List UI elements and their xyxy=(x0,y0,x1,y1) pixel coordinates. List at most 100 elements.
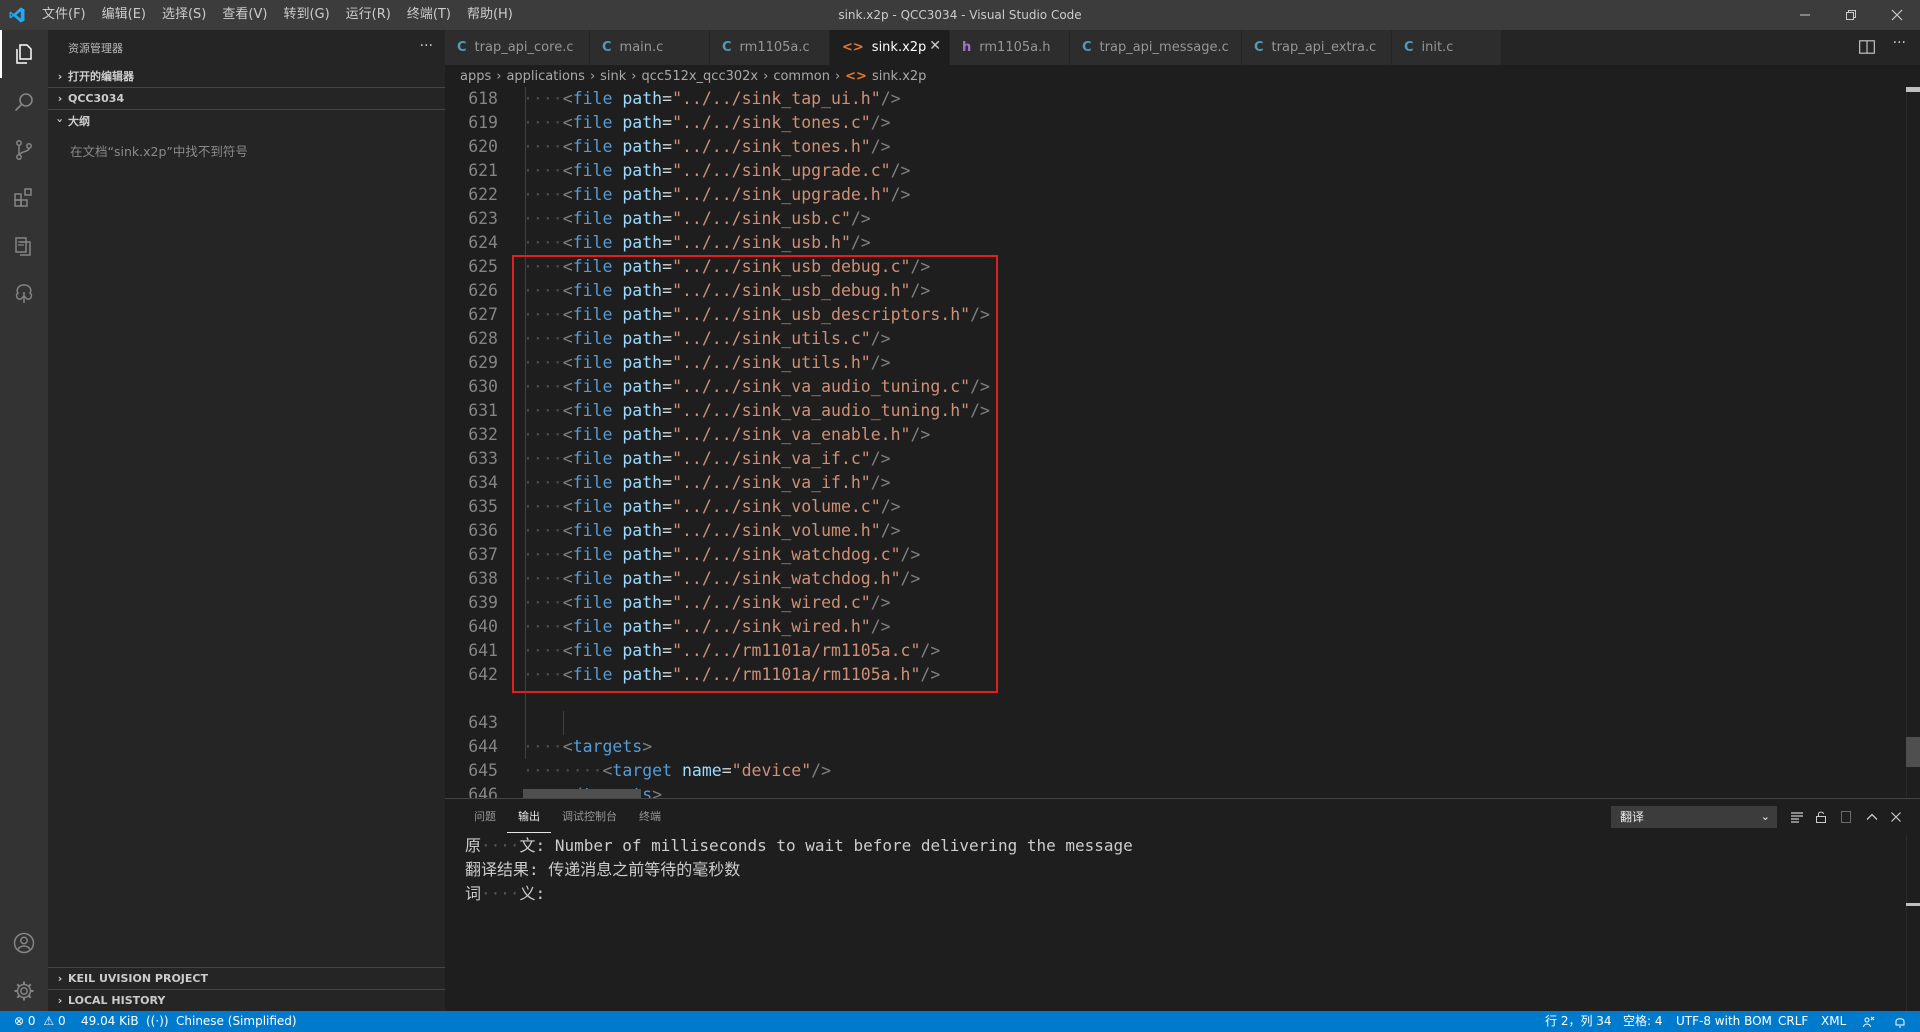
status-problems[interactable]: ⊗ 0 ⚠ 0 xyxy=(14,1011,66,1032)
status-feedback[interactable] xyxy=(1862,1011,1876,1032)
status-cursor-position[interactable]: 行 2，列 34 xyxy=(1545,1011,1612,1032)
minimize-button[interactable] xyxy=(1782,0,1828,30)
panel-scrollbar[interactable] xyxy=(1906,835,1920,1012)
status-broadcast[interactable]: ((·)) xyxy=(146,1011,169,1032)
output-original-text: Number of milliseconds to wait before de… xyxy=(554,836,1133,855)
code-editor[interactable]: 618 ····<file path="../../sink_tap_ui.h"/… xyxy=(445,87,1920,798)
menu-edit[interactable]: 编辑(E) xyxy=(94,0,154,30)
restore-icon xyxy=(1846,10,1856,20)
status-language-mode[interactable]: XML xyxy=(1821,1011,1846,1032)
line-number: 618 xyxy=(468,89,498,108)
tab-trap-api-extra[interactable]: C trap_api_extra.c xyxy=(1242,30,1392,65)
sidebar-more-button[interactable]: ··· xyxy=(420,38,433,54)
output-channel-select[interactable]: 翻译 ⌄ xyxy=(1611,806,1777,828)
line-number: 630 xyxy=(468,377,498,396)
close-tab-icon[interactable]: ✕ xyxy=(929,38,941,54)
line-number: 632 xyxy=(468,425,498,444)
restore-button[interactable] xyxy=(1828,0,1874,30)
code-line: 620 ····<file path="../../sink_tones.h"/> xyxy=(445,135,1920,159)
section-workspace[interactable]: › QCC3034 xyxy=(48,87,445,109)
code-text: ····<file path="../../sink_tap_ui.h"/> xyxy=(523,89,901,108)
activity-accounts[interactable] xyxy=(0,919,48,967)
minimize-icon xyxy=(1800,14,1810,16)
tab-trap-api-message[interactable]: C trap_api_message.c xyxy=(1070,30,1242,65)
tab-main[interactable]: C main.c xyxy=(590,30,710,65)
breadcrumb-item[interactable]: sink.x2p xyxy=(872,69,927,84)
breadcrumb-item[interactable]: sink xyxy=(600,69,626,84)
breadcrumb-item[interactable]: apps xyxy=(460,69,491,84)
output-label-original-2: 文: xyxy=(519,836,546,855)
section-local-history[interactable]: › LOCAL HISTORY xyxy=(48,989,445,1011)
open-in-editor-button[interactable] xyxy=(1836,807,1856,827)
menu-help[interactable]: 帮助(H) xyxy=(459,0,521,30)
output-channel-value: 翻译 xyxy=(1620,810,1645,824)
close-panel-button[interactable] xyxy=(1886,807,1906,827)
tab-init[interactable]: C init.c xyxy=(1392,30,1502,65)
activity-remote-explorer[interactable] xyxy=(0,222,48,270)
close-icon xyxy=(1891,9,1903,21)
close-window-button[interactable] xyxy=(1874,0,1920,30)
panel-tab-problems[interactable]: 问题 xyxy=(463,799,507,835)
indent-guide xyxy=(563,711,564,735)
menu-file[interactable]: 文件(F) xyxy=(34,0,94,30)
code-line: 621 ····<file path="../../sink_upgrade.c"… xyxy=(445,159,1920,183)
activity-manage[interactable] xyxy=(0,967,48,1015)
split-editor-icon[interactable] xyxy=(1858,38,1876,56)
activity-tree-view[interactable] xyxy=(0,270,48,318)
menu-run[interactable]: 运行(R) xyxy=(338,0,399,30)
lock-icon xyxy=(1816,811,1826,823)
tab-rm1105a-c[interactable]: C rm1105a.c xyxy=(710,30,830,65)
menu-bar: 文件(F) 编辑(E) 选择(S) 查看(V) 转到(G) 运行(R) 终端(T… xyxy=(34,0,521,30)
breadcrumb-item[interactable]: applications xyxy=(506,69,584,84)
section-open-editors[interactable]: › 打开的编辑器 xyxy=(48,65,445,87)
vertical-scrollbar[interactable] xyxy=(1906,87,1920,798)
panel-tab-output[interactable]: 输出 xyxy=(507,801,551,833)
code-text: ····<file path="../../sink_upgrade.h"/> xyxy=(523,185,911,204)
tab-label: trap_api_extra.c xyxy=(1271,40,1377,55)
tab-sink-x2p[interactable]: <> sink.x2p ✕ xyxy=(830,30,950,65)
tab-label: trap_api_core.c xyxy=(474,40,574,55)
menu-go[interactable]: 转到(G) xyxy=(275,0,337,30)
line-number: 633 xyxy=(468,449,498,468)
code-text: ····<file path="../../sink_tones.c"/> xyxy=(523,113,891,132)
warning-count: 0 xyxy=(57,1014,66,1028)
open-file-icon xyxy=(1841,811,1851,823)
tab-label: sink.x2p xyxy=(871,40,927,55)
code-text: ····<file path="../../sink_upgrade.c"/> xyxy=(523,161,911,180)
status-notifications[interactable] xyxy=(1893,1011,1907,1032)
status-eol[interactable]: CRLF xyxy=(1778,1011,1808,1032)
panel-tab-debug-console[interactable]: 调试控制台 xyxy=(551,799,628,835)
breadcrumb-item[interactable]: common xyxy=(773,69,830,84)
breadcrumb-item[interactable]: qcc512x_qcc302x xyxy=(642,69,759,84)
code-line: 624 ····<file path="../../sink_usb.h"/> xyxy=(445,231,1920,255)
line-number: 621 xyxy=(468,161,498,180)
menu-view[interactable]: 查看(V) xyxy=(214,0,275,30)
status-indentation[interactable]: 空格: 4 xyxy=(1623,1011,1663,1032)
close-icon xyxy=(1891,812,1901,822)
panel-tab-terminal[interactable]: 终端 xyxy=(628,799,672,835)
activity-extensions[interactable] xyxy=(0,174,48,222)
status-language-pack[interactable]: Chinese (Simplified) xyxy=(176,1011,297,1032)
section-keil-project[interactable]: › KEIL UVISION PROJECT xyxy=(48,967,445,989)
xml-file-icon: <> xyxy=(842,40,864,55)
clear-output-button[interactable] xyxy=(1787,807,1807,827)
activity-explorer[interactable] xyxy=(0,30,48,78)
activity-search[interactable] xyxy=(0,78,48,126)
tab-trap-api-core[interactable]: C trap_api_core.c xyxy=(445,30,590,65)
c-file-icon: C xyxy=(602,40,612,55)
lock-scroll-button[interactable] xyxy=(1811,807,1831,827)
broadcast-icon: ((·)) xyxy=(146,1014,169,1028)
c-file-icon: C xyxy=(1404,40,1414,55)
horizontal-scrollbar-thumb[interactable] xyxy=(523,789,641,798)
status-encoding[interactable]: UTF-8 with BOM xyxy=(1676,1011,1772,1032)
menu-terminal[interactable]: 终端(T) xyxy=(399,0,459,30)
editor-more-actions-button[interactable]: ··· xyxy=(1893,35,1906,51)
maximize-panel-button[interactable] xyxy=(1862,807,1882,827)
tab-rm1105a-h[interactable]: h rm1105a.h xyxy=(950,30,1070,65)
chevron-down-icon: ⌄ xyxy=(1760,810,1770,823)
menu-selection[interactable]: 选择(S) xyxy=(154,0,214,30)
activity-source-control[interactable] xyxy=(0,126,48,174)
vertical-scrollbar-thumb[interactable] xyxy=(1906,737,1920,767)
section-outline[interactable]: › 大纲 xyxy=(48,109,445,131)
line-number: 631 xyxy=(468,401,498,420)
